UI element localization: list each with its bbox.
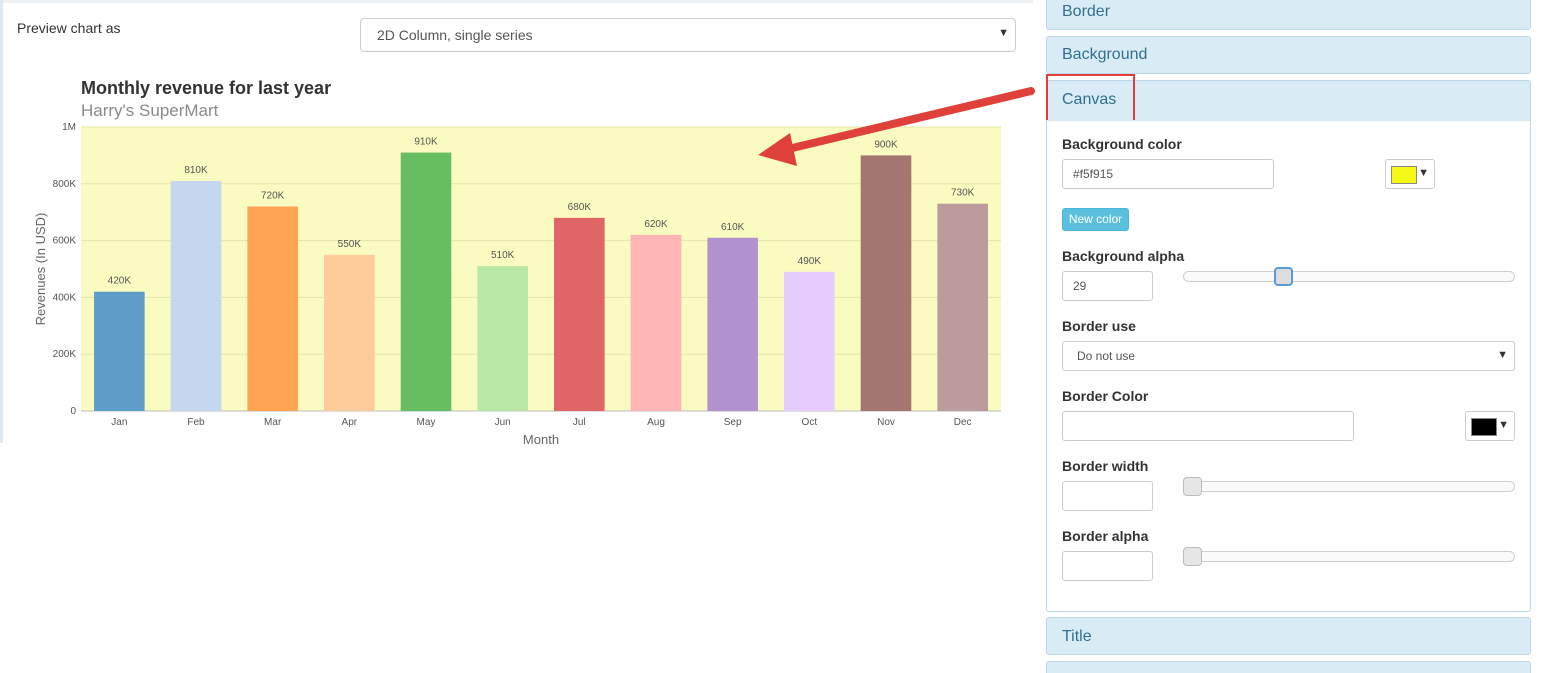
- section-background-header[interactable]: Background: [1046, 36, 1531, 74]
- chevron-down-icon: ▼: [1498, 419, 1509, 431]
- border-color-swatch: [1471, 418, 1497, 436]
- section-border-header[interactable]: Border: [1046, 0, 1531, 30]
- border-alpha-slider-handle[interactable]: [1183, 547, 1202, 566]
- section-next-header[interactable]: [1046, 661, 1531, 673]
- border-color-picker[interactable]: ▼: [1465, 411, 1515, 441]
- bg-alpha-label: Background alpha: [1062, 248, 1185, 264]
- border-width-slider[interactable]: [1183, 481, 1515, 492]
- chevron-down-icon: ▼: [1418, 167, 1429, 179]
- border-width-label: Border width: [1062, 458, 1149, 474]
- chevron-down-icon: ▼: [1497, 349, 1508, 361]
- bg-alpha-slider[interactable]: [1183, 271, 1515, 282]
- bg-color-picker[interactable]: ▼: [1385, 159, 1435, 189]
- section-title-header[interactable]: Title: [1046, 617, 1531, 655]
- border-width-input[interactable]: [1062, 481, 1153, 511]
- canvas-highlight-box: [1046, 74, 1135, 126]
- bg-color-swatch: [1391, 166, 1417, 184]
- border-alpha-input[interactable]: [1062, 551, 1153, 581]
- border-use-select[interactable]: Do not use ▼: [1062, 341, 1515, 371]
- arrow-head: [758, 133, 797, 166]
- border-use-value: Do not use: [1077, 349, 1136, 363]
- bg-alpha-input[interactable]: 29: [1062, 271, 1153, 301]
- border-width-slider-handle[interactable]: [1183, 477, 1202, 496]
- bg-color-input[interactable]: #f5f915: [1062, 159, 1274, 189]
- bg-alpha-slider-handle[interactable]: [1273, 267, 1293, 286]
- border-color-input[interactable]: [1062, 411, 1354, 441]
- border-alpha-slider[interactable]: [1183, 551, 1515, 562]
- border-color-label: Border Color: [1062, 388, 1149, 404]
- border-alpha-label: Border alpha: [1062, 528, 1149, 544]
- bg-color-label: Background color: [1062, 136, 1182, 152]
- arrow-shaft: [780, 87, 1035, 154]
- new-color-button[interactable]: New color: [1062, 208, 1129, 231]
- border-use-label: Border use: [1062, 318, 1136, 334]
